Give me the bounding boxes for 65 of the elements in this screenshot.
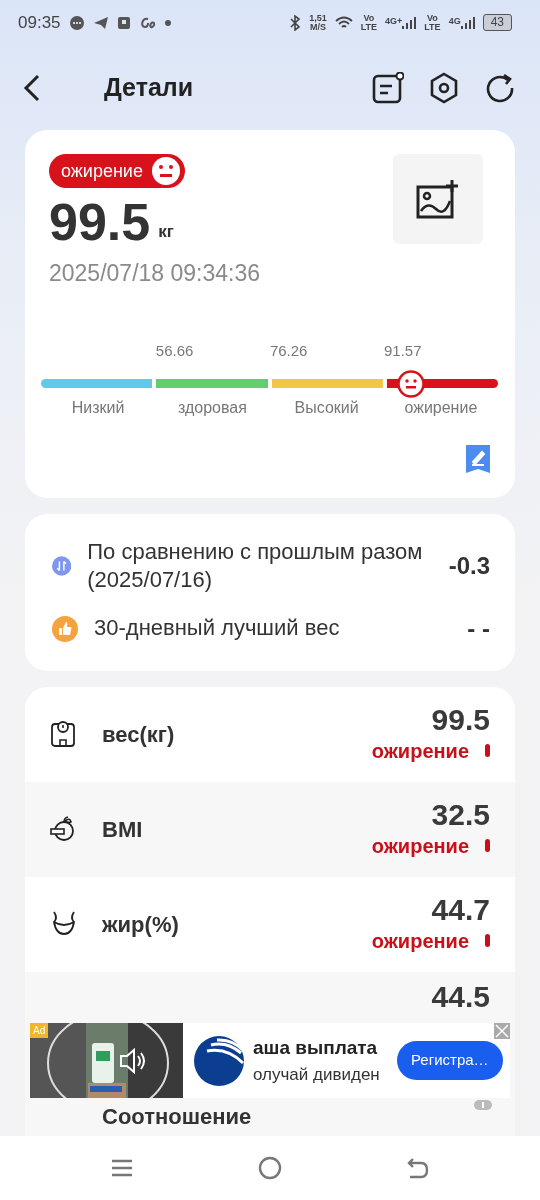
- ad-label: Ad: [30, 1023, 49, 1038]
- network-type: 4G+: [385, 16, 403, 26]
- add-image-button[interactable]: [393, 154, 483, 244]
- metric-status: ожирение: [371, 833, 469, 859]
- weight-value: 99.5: [49, 196, 151, 248]
- battery-indicator: 43: [482, 14, 512, 31]
- weight-unit: кг: [158, 220, 174, 243]
- metric-name: Соотношение: [102, 1103, 252, 1129]
- settings-icon[interactable]: [428, 71, 460, 104]
- comparison-value: - -: [467, 613, 490, 644]
- alert-mark-icon: [485, 934, 490, 948]
- metric-value: 44.7: [430, 892, 490, 926]
- comparison-value: -0.3: [448, 551, 490, 582]
- page-title: Детали: [104, 71, 195, 103]
- register-button[interactable]: Регистра…: [397, 1041, 503, 1080]
- sound-icon[interactable]: [118, 1047, 148, 1075]
- metric-status: ожирение: [371, 928, 469, 954]
- speed-unit: M/S: [309, 22, 326, 32]
- range-label: ожирение: [404, 398, 478, 416]
- paper-plane-icon: [92, 15, 109, 30]
- dot-icon: [164, 19, 171, 26]
- comparison-text: По сравнению с прошлым разом (2025/07/16): [87, 537, 424, 595]
- metric-status: ожирение: [371, 738, 469, 764]
- metric-name: BMI: [102, 815, 144, 844]
- bluetooth-icon: [289, 14, 302, 31]
- measurement-datetime: 2025/07/18 09:34:36: [49, 259, 261, 288]
- refresh-icon[interactable]: [484, 71, 516, 104]
- alert-mark-icon: [485, 744, 490, 758]
- add-image-icon: [416, 179, 460, 219]
- metric-value: 99.5: [430, 702, 490, 736]
- chat-icon: [68, 14, 85, 31]
- network-type: 4G: [448, 16, 461, 26]
- volte-text: LTE: [360, 22, 377, 32]
- back-icon[interactable]: [22, 73, 42, 102]
- metric-name: жир(%): [102, 910, 180, 939]
- weight-metric-icon: [50, 720, 78, 749]
- note-icon[interactable]: [372, 71, 404, 104]
- range-label: Высокий: [294, 398, 359, 416]
- signal-icon: [402, 16, 417, 29]
- ad-text: олучай дивиден: [253, 1064, 381, 1086]
- volte-text: Vo: [426, 13, 439, 23]
- speed-text: 1,51: [309, 13, 327, 23]
- threshold-value: 56.66: [155, 341, 194, 359]
- edit-icon[interactable]: [465, 443, 491, 474]
- metric-value: 32.5: [430, 797, 490, 831]
- back-nav-icon[interactable]: [407, 1157, 430, 1179]
- volte-text: Vo: [362, 13, 376, 23]
- globe-logo-icon: [193, 1034, 245, 1087]
- threshold-value: 76.26: [269, 341, 308, 359]
- metric-name: вес(кг): [102, 720, 176, 749]
- menu-icon[interactable]: [110, 1158, 133, 1178]
- home-icon[interactable]: [258, 1156, 282, 1180]
- comparison-text: 30-дневный лучший вес: [94, 614, 341, 643]
- threshold-value: 91.57: [383, 341, 422, 359]
- volte-text: LTE: [424, 22, 441, 32]
- alert-mark-icon: [485, 839, 490, 853]
- signal-icon: [460, 16, 475, 29]
- status-time: 09:35: [18, 11, 61, 34]
- thumbs-up-icon: [52, 615, 78, 642]
- wifi-icon: [334, 15, 353, 30]
- range-label: Низкий: [71, 398, 125, 416]
- ad-headline: аша выплата: [253, 1035, 379, 1060]
- metric-value: 44.5: [431, 979, 490, 1013]
- range-label: здоровая: [177, 398, 247, 416]
- status-text: ожирение: [61, 159, 143, 183]
